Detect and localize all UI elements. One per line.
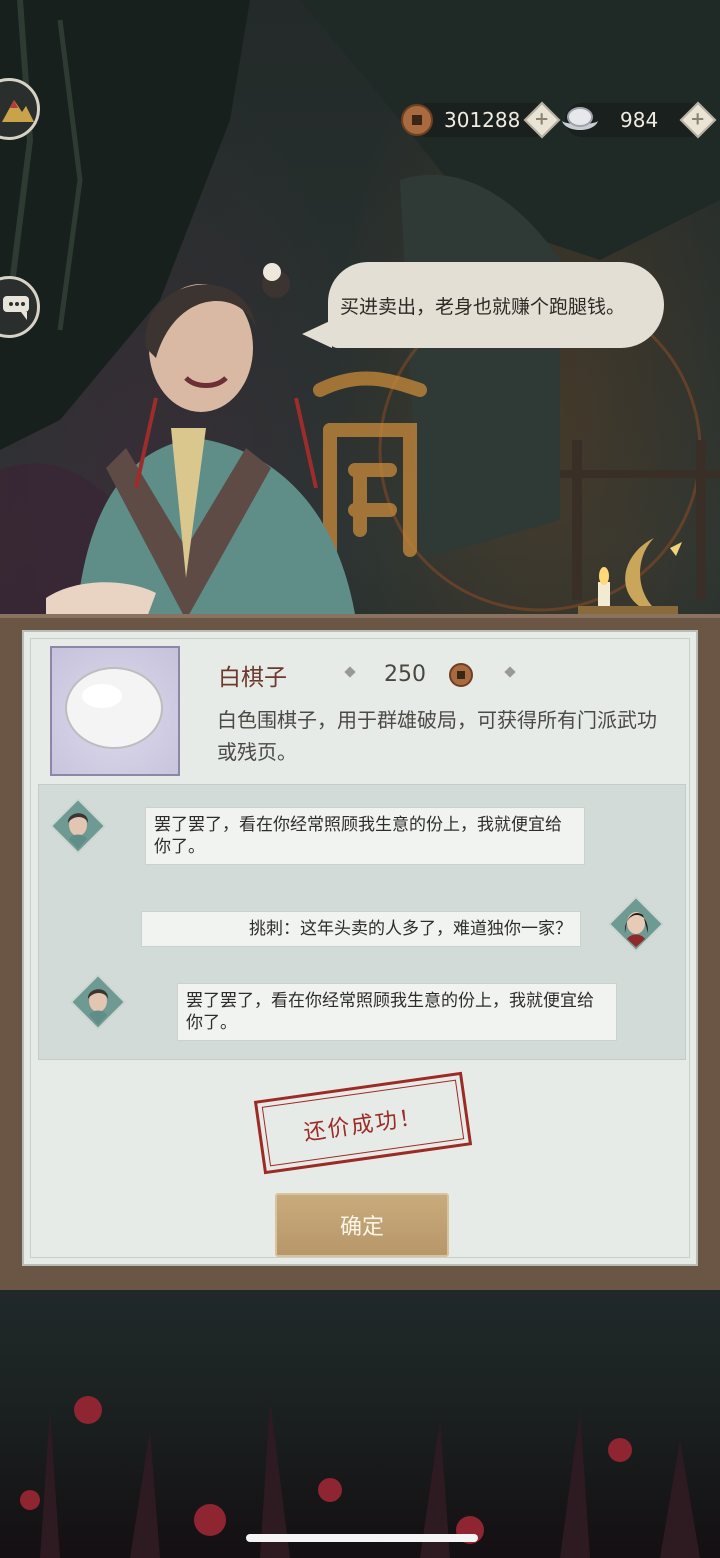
white-go-stone-icon: [65, 667, 163, 749]
merchant-speech-bubble: 买进卖出，老身也就赚个跑腿钱。: [328, 262, 664, 348]
item-price: 250: [384, 662, 426, 687]
plus-icon: +: [534, 109, 550, 130]
player-avatar: [607, 895, 665, 953]
dialogue-text: 挑刺：这年头卖的人多了，难道独你一家？: [249, 919, 572, 939]
bargain-panel: 白棋子 250 白色围棋子，用于群雄破局，可获得所有门派武功或残页。 罢了罢了，…: [22, 630, 698, 1266]
silver-currency: 984: [560, 100, 658, 140]
copper-coin-icon: [449, 663, 473, 687]
copper-coin-icon: [401, 104, 433, 136]
copper-amount: 301288: [444, 108, 521, 132]
dialogue-text: 罢了罢了，看在你经常照顾我生意的份上，我就便宜给你了。: [186, 991, 594, 1033]
home-indicator[interactable]: [246, 1534, 478, 1542]
silver-ingot-icon: [562, 107, 598, 130]
silver-amount: 984: [620, 108, 659, 132]
merchant-portrait: [46, 263, 356, 620]
dialogue-message: 挑刺：这年头卖的人多了，难道独你一家？: [141, 911, 581, 947]
confirm-button[interactable]: 确定: [275, 1193, 449, 1257]
confirm-label: 确定: [339, 1215, 384, 1240]
merchant-speech-text: 买进卖出，老身也就赚个跑腿钱。: [340, 295, 626, 318]
dialogue-message: 罢了罢了，看在你经常照顾我生意的份上，我就便宜给你了。: [177, 983, 617, 1041]
merchant-avatar: [49, 797, 107, 855]
foreground-flowers: [20, 1396, 700, 1558]
dialogue-message: 罢了罢了，看在你经常照顾我生意的份上，我就便宜给你了。: [145, 807, 585, 865]
item-name: 白棋子: [218, 665, 287, 691]
dialogue-log: 罢了罢了，看在你经常照顾我生意的份上，我就便宜给你了。 挑刺：这年头卖的人多了，…: [38, 784, 686, 1060]
merchant-avatar: [69, 973, 127, 1031]
copper-currency: 301288: [400, 100, 520, 140]
item-description: 白色围棋子，用于群雄破局，可获得所有门派武功或残页。: [217, 708, 657, 764]
item-icon-frame: [50, 646, 180, 776]
candle-moon-decoration: [578, 538, 682, 616]
chat-bubble-icon: [3, 296, 29, 320]
mountain-map-icon: [2, 100, 34, 122]
dialogue-text: 罢了罢了，看在你经常照顾我生意的份上，我就便宜给你了。: [154, 815, 562, 857]
plus-icon: +: [690, 109, 706, 130]
stamp-text: 还价成功！: [302, 1104, 425, 1147]
